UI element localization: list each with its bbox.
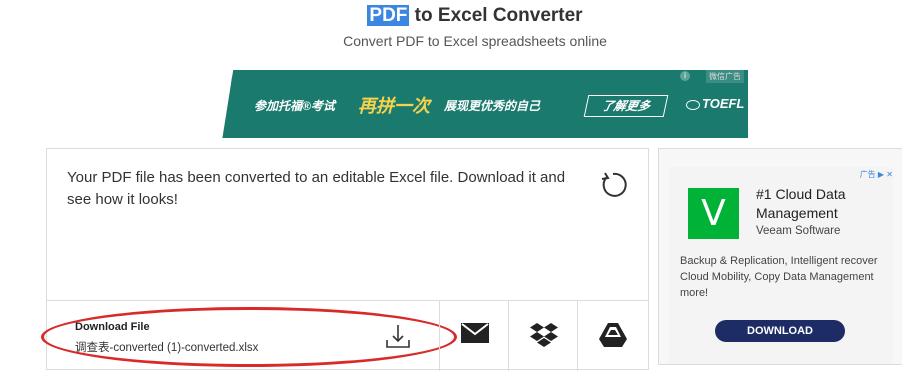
dropbox-button[interactable] bbox=[508, 301, 578, 371]
banner-learn-more-button[interactable]: 了解更多 bbox=[583, 95, 669, 117]
toefl-logo: TOEFL bbox=[686, 96, 744, 111]
ets-logo-icon bbox=[686, 99, 700, 110]
email-button[interactable] bbox=[439, 301, 509, 371]
ad-tag: 微信广告 bbox=[706, 70, 744, 83]
banner-text-1: 参加托福®考试 bbox=[254, 99, 335, 113]
ad-info-icon[interactable]: i bbox=[680, 71, 690, 81]
result-card: Your PDF file has been converted to an e… bbox=[41, 148, 649, 371]
download-filename: 调查表-converted (1)-converted.xlsx bbox=[75, 342, 259, 354]
side-ad-company: Veeam Software bbox=[756, 225, 841, 237]
title-rest: to Excel Converter bbox=[409, 5, 583, 26]
adchoices-icon[interactable]: 广告 ▶ ✕ bbox=[860, 169, 893, 180]
side-ad-heading: #1 Cloud Data Management bbox=[756, 186, 846, 221]
side-ad[interactable]: 广告 ▶ ✕ V #1 Cloud Data Management Veeam … bbox=[658, 148, 902, 365]
page-subtitle: Convert PDF to Excel spreadsheets online bbox=[343, 33, 607, 49]
page-title: PDF to Excel Converter bbox=[0, 5, 902, 27]
veeam-logo: V bbox=[688, 188, 739, 239]
download-icon[interactable] bbox=[385, 323, 411, 349]
google-drive-button[interactable] bbox=[577, 301, 647, 371]
side-ad-download-button[interactable]: DOWNLOAD bbox=[715, 320, 845, 342]
banner-text-3: 展现更优秀的自己 bbox=[444, 99, 541, 113]
conversion-message: Your PDF file has been converted to an e… bbox=[67, 169, 566, 208]
download-label: Download File bbox=[75, 321, 150, 333]
top-banner-ad[interactable]: i 微信广告 参加托福®考试 再拼一次 展现更优秀的自己 了解更多 TOEFL bbox=[202, 70, 748, 138]
google-drive-icon bbox=[598, 323, 627, 347]
banner-text-2: 再拼一次 bbox=[358, 96, 430, 116]
download-file-area[interactable]: Download File 调查表-converted (1)-converte… bbox=[41, 301, 457, 371]
side-ad-body: Backup & Replication, Intelligent recove… bbox=[680, 255, 878, 299]
toefl-logo-text: TOEFL bbox=[702, 96, 745, 111]
refresh-icon[interactable] bbox=[599, 171, 627, 199]
title-highlight: PDF bbox=[367, 5, 410, 26]
adchoices-label: 广告 bbox=[859, 170, 876, 179]
download-bar: Download File 调查表-converted (1)-converte… bbox=[41, 300, 648, 371]
envelope-icon bbox=[460, 323, 489, 343]
dropbox-icon bbox=[529, 323, 558, 347]
